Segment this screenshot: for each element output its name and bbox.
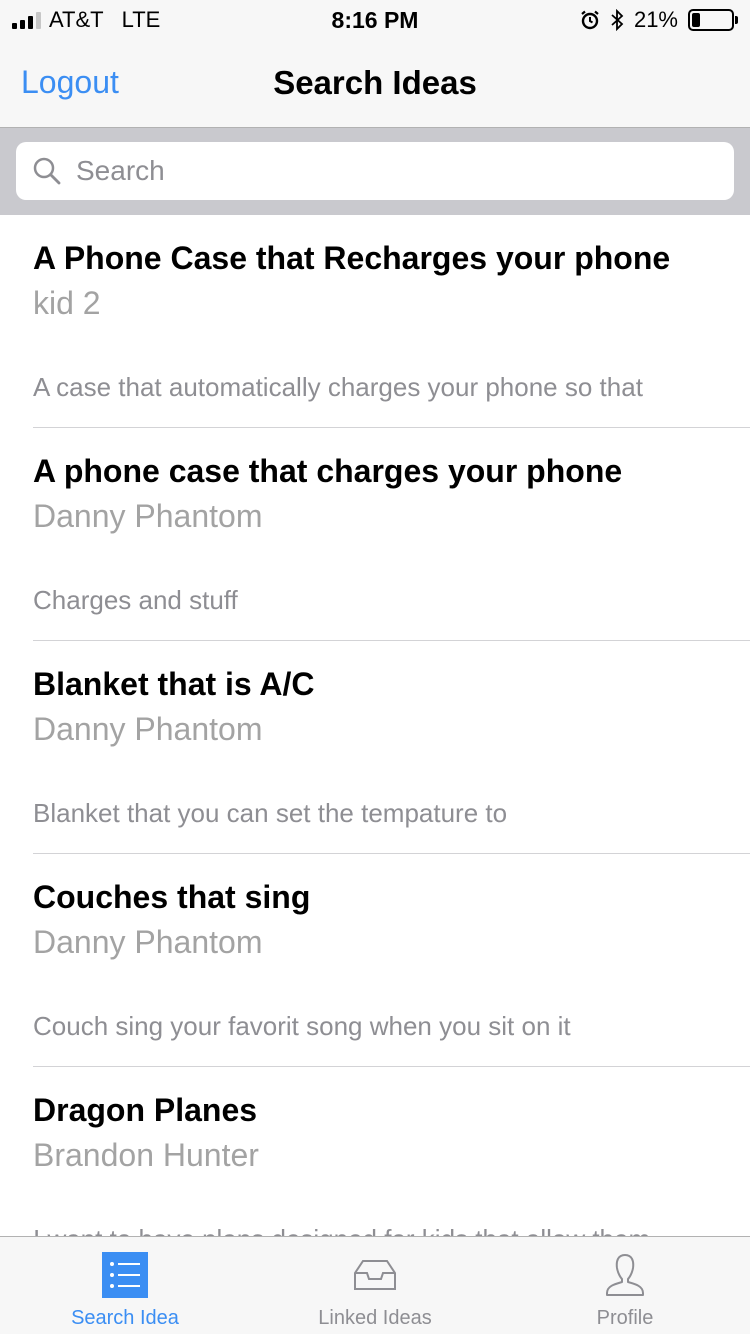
inbox-icon — [354, 1260, 396, 1290]
ideas-list[interactable]: A Phone Case that Recharges your phone k… — [0, 215, 750, 1236]
search-bar — [0, 128, 750, 215]
tab-label: Linked Ideas — [318, 1307, 432, 1329]
search-field[interactable] — [16, 142, 734, 200]
idea-description: I want to have plans designed for kids t… — [33, 1224, 733, 1236]
list-item[interactable]: Couches that sing Danny Phantom Couch si… — [33, 854, 750, 1067]
tab-profile[interactable]: Profile — [500, 1237, 750, 1334]
status-right: 21% — [580, 7, 738, 33]
bluetooth-icon — [611, 9, 624, 31]
list-item[interactable]: Dragon Planes Brandon Hunter I want to h… — [33, 1067, 750, 1236]
idea-description: Charges and stuff — [33, 585, 238, 615]
tab-search-idea[interactable]: Search Idea — [0, 1237, 250, 1334]
list-item[interactable]: A phone case that charges your phone Dan… — [33, 428, 750, 641]
idea-description: A case that automatically charges your p… — [33, 372, 643, 402]
tab-label: Profile — [596, 1307, 654, 1329]
page-title: Search Ideas — [273, 64, 477, 101]
idea-title: A Phone Case that Recharges your phone — [33, 240, 671, 276]
list-item[interactable]: Blanket that is A/C Danny Phantom Blanke… — [33, 641, 750, 854]
status-bar: AT&T LTE 8:16 PM 21% — [0, 0, 750, 40]
battery-percent: 21% — [633, 7, 678, 32]
idea-author: kid 2 — [33, 285, 101, 321]
list-icon — [102, 1252, 148, 1298]
tab-label: Search Idea — [71, 1307, 179, 1329]
idea-author: Brandon Hunter — [33, 1137, 259, 1173]
idea-description: Blanket that you can set the tempature t… — [33, 798, 508, 828]
idea-author: Danny Phantom — [33, 924, 263, 960]
alarm-icon — [581, 10, 599, 30]
navigation-bar: Logout Search Ideas — [0, 40, 750, 128]
screen: AT&T LTE 8:16 PM 21% Logout Search Ideas — [0, 0, 750, 1334]
idea-description: Couch sing your favorit song when you si… — [33, 1011, 571, 1041]
idea-author: Danny Phantom — [33, 711, 263, 747]
tab-bar: Search Idea Linked Ideas Profile — [0, 1236, 750, 1334]
search-icon — [33, 157, 61, 185]
person-icon — [606, 1254, 644, 1296]
idea-title: Blanket that is A/C — [33, 666, 315, 702]
tab-linked-ideas[interactable]: Linked Ideas — [250, 1237, 500, 1334]
idea-title: Dragon Planes — [33, 1092, 258, 1128]
idea-author: Danny Phantom — [33, 498, 263, 534]
list-item[interactable]: A Phone Case that Recharges your phone k… — [33, 215, 750, 428]
battery-icon — [688, 9, 738, 31]
search-input[interactable] — [76, 155, 696, 187]
idea-title: Couches that sing — [33, 879, 311, 915]
idea-title: A phone case that charges your phone — [33, 453, 623, 489]
